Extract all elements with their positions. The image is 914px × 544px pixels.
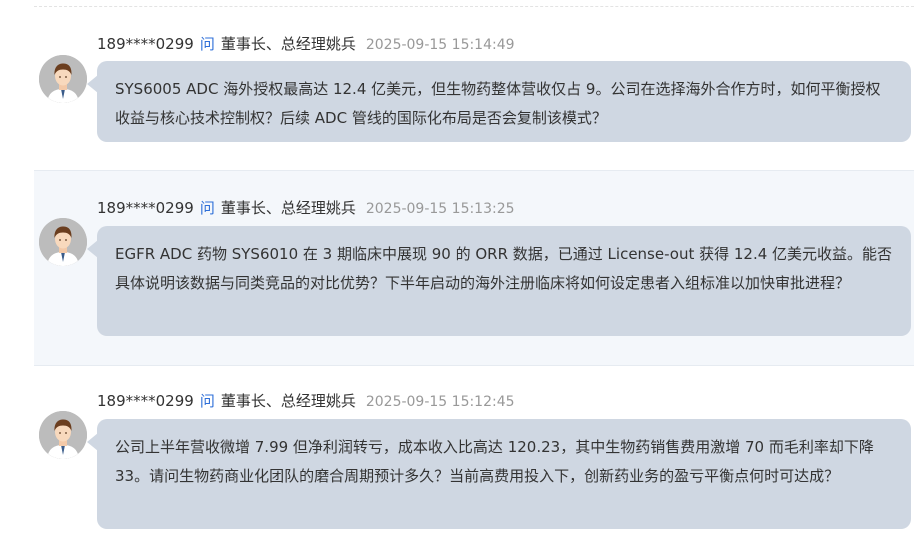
question-time: 2025-09-15 15:14:49	[365, 37, 515, 53]
user-name[interactable]: 189****0299	[97, 392, 194, 410]
question-bubble: SYS6005 ADC 海外授权最高达 12.4 亿美元，但生物药整体营收仅占 …	[87, 61, 911, 142]
question-time: 2025-09-15 15:12:45	[365, 394, 515, 410]
question-text: SYS6005 ADC 海外授权最高达 12.4 亿美元，但生物药整体营收仅占 …	[115, 80, 881, 127]
question-text: EGFR ADC 药物 SYS6010 在 3 期临床中展现 90 的 ORR …	[115, 245, 893, 292]
question-text: 公司上半年营收微增 7.99 但净利润转亏，成本收入比高达 120.23，其中生…	[115, 438, 874, 485]
ask-verb: 问	[199, 392, 215, 410]
question-bubble: 公司上半年营收微增 7.99 但净利润转亏，成本收入比高达 120.23，其中生…	[87, 419, 911, 529]
question-meta: 189****0299 问董事长、总经理姚兵 2025-09-15 15:13:25	[97, 198, 515, 218]
question-bubble: EGFR ADC 药物 SYS6010 在 3 期临床中展现 90 的 ORR …	[87, 226, 911, 336]
question-target: 董事长、总经理姚兵	[220, 199, 356, 217]
question-meta: 189****0299 问董事长、总经理姚兵 2025-09-15 15:12:45	[97, 391, 515, 411]
question-target: 董事长、总经理姚兵	[220, 392, 356, 410]
qa-list: 189****0299 问董事长、总经理姚兵 2025-09-15 15:14:49…	[0, 0, 914, 544]
question-target: 董事长、总经理姚兵	[220, 35, 356, 53]
ask-verb: 问	[199, 199, 215, 217]
user-name[interactable]: 189****0299	[97, 35, 194, 53]
user-avatar-icon[interactable]	[39, 55, 87, 103]
divider	[34, 6, 914, 7]
user-avatar-icon[interactable]	[39, 411, 87, 459]
qa-item: 189****0299 问董事长、总经理姚兵 2025-09-15 15:14:49…	[34, 20, 914, 170]
user-name[interactable]: 189****0299	[97, 199, 194, 217]
qa-item: 189****0299 问董事长、总经理姚兵 2025-09-15 15:13:25…	[34, 170, 914, 366]
ask-verb: 问	[199, 35, 215, 53]
qa-item: 189****0299 问董事长、总经理姚兵 2025-09-15 15:12:45…	[34, 364, 914, 544]
user-avatar-icon[interactable]	[39, 218, 87, 266]
question-time: 2025-09-15 15:13:25	[365, 201, 515, 217]
question-meta: 189****0299 问董事长、总经理姚兵 2025-09-15 15:14:49	[97, 34, 515, 54]
